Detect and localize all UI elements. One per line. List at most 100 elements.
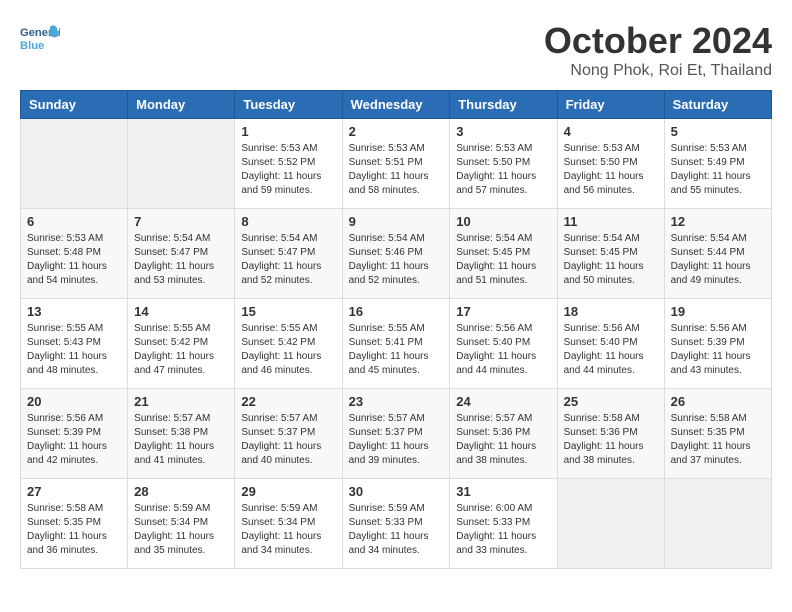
week-row-5: 27Sunrise: 5:58 AMSunset: 5:35 PMDayligh… — [21, 479, 772, 569]
table-row: 4 Sunrise: 5:53 AMSunset: 5:50 PMDaylight… — [557, 119, 664, 209]
day-number: 13 — [27, 304, 121, 319]
day-number: 24 — [456, 394, 550, 409]
col-sunday: Sunday — [21, 91, 128, 119]
table-row: 6Sunrise: 5:53 AMSunset: 5:48 PMDaylight… — [21, 209, 128, 299]
col-monday: Monday — [128, 91, 235, 119]
table-row: 24 Sunrise: 5:57 AMSunset: 5:36 PMDayligh… — [450, 389, 557, 479]
table-row: 27Sunrise: 5:58 AMSunset: 5:35 PMDayligh… — [21, 479, 128, 569]
location-title: Nong Phok, Roi Et, Thailand — [544, 62, 772, 80]
table-row: 7Sunrise: 5:54 AMSunset: 5:47 PMDaylight… — [128, 209, 235, 299]
day-info: Sunrise: 5:54 AMSunset: 5:47 PMDaylight:… — [241, 232, 335, 288]
day-info: Sunrise: 5:59 AMSunset: 5:34 PMDaylight:… — [134, 502, 228, 558]
col-friday: Friday — [557, 91, 664, 119]
day-info: Sunrise: 5:55 AMSunset: 5:42 PMDaylight:… — [241, 322, 335, 378]
day-number: 2 — [349, 124, 444, 139]
day-number: 21 — [134, 394, 228, 409]
day-number: 6 — [27, 214, 121, 229]
day-info: Sunrise: 5:57 AMSunset: 5:36 PMDaylight:… — [456, 412, 550, 468]
table-row: 23 Sunrise: 5:57 AMSunset: 5:37 PMDayligh… — [342, 389, 450, 479]
day-number: 4 — [564, 124, 658, 139]
day-number: 19 — [671, 304, 765, 319]
calendar-header-row: Sunday Monday Tuesday Wednesday Thursday… — [21, 91, 772, 119]
day-info: Sunrise: 5:56 AMSunset: 5:39 PMDaylight:… — [27, 412, 121, 468]
day-number: 1 — [241, 124, 335, 139]
day-number: 17 — [456, 304, 550, 319]
day-info: Sunrise: 5:58 AMSunset: 5:35 PMDaylight:… — [671, 412, 765, 468]
col-saturday: Saturday — [664, 91, 771, 119]
table-row: 1 Sunrise: 5:53 AMSunset: 5:52 PMDaylight… — [235, 119, 342, 209]
table-row — [557, 479, 664, 569]
day-info: Sunrise: 5:53 AMSunset: 5:50 PMDaylight:… — [456, 142, 550, 198]
logo-icon: General Blue — [20, 20, 60, 60]
day-info: Sunrise: 5:57 AMSunset: 5:37 PMDaylight:… — [241, 412, 335, 468]
day-number: 30 — [349, 484, 444, 499]
day-number: 14 — [134, 304, 228, 319]
day-number: 28 — [134, 484, 228, 499]
day-number: 25 — [564, 394, 658, 409]
col-wednesday: Wednesday — [342, 91, 450, 119]
day-number: 22 — [241, 394, 335, 409]
table-row: 12 Sunrise: 5:54 AMSunset: 5:44 PMDayligh… — [664, 209, 771, 299]
table-row: 21Sunrise: 5:57 AMSunset: 5:38 PMDayligh… — [128, 389, 235, 479]
table-row: 22 Sunrise: 5:57 AMSunset: 5:37 PMDayligh… — [235, 389, 342, 479]
day-info: Sunrise: 5:53 AMSunset: 5:50 PMDaylight:… — [564, 142, 658, 198]
day-info: Sunrise: 5:57 AMSunset: 5:37 PMDaylight:… — [349, 412, 444, 468]
table-row — [21, 119, 128, 209]
day-info: Sunrise: 5:54 AMSunset: 5:45 PMDaylight:… — [564, 232, 658, 288]
table-row: 15 Sunrise: 5:55 AMSunset: 5:42 PMDayligh… — [235, 299, 342, 389]
day-info: Sunrise: 5:53 AMSunset: 5:51 PMDaylight:… — [349, 142, 444, 198]
table-row: 5 Sunrise: 5:53 AMSunset: 5:49 PMDaylight… — [664, 119, 771, 209]
day-info: Sunrise: 5:55 AMSunset: 5:41 PMDaylight:… — [349, 322, 444, 378]
table-row: 30 Sunrise: 5:59 AMSunset: 5:33 PMDayligh… — [342, 479, 450, 569]
day-number: 20 — [27, 394, 121, 409]
day-number: 15 — [241, 304, 335, 319]
week-row-2: 6Sunrise: 5:53 AMSunset: 5:48 PMDaylight… — [21, 209, 772, 299]
table-row: 25 Sunrise: 5:58 AMSunset: 5:36 PMDayligh… — [557, 389, 664, 479]
day-info: Sunrise: 5:59 AMSunset: 5:34 PMDaylight:… — [241, 502, 335, 558]
day-number: 5 — [671, 124, 765, 139]
table-row: 20 Sunrise: 5:56 AMSunset: 5:39 PMDayligh… — [21, 389, 128, 479]
table-row: 9Sunrise: 5:54 AMSunset: 5:46 PMDaylight… — [342, 209, 450, 299]
table-row: 18 Sunrise: 5:56 AMSunset: 5:40 PMDayligh… — [557, 299, 664, 389]
day-info: Sunrise: 5:56 AMSunset: 5:39 PMDaylight:… — [671, 322, 765, 378]
table-row: 31 Sunrise: 6:00 AMSunset: 5:33 PMDayligh… — [450, 479, 557, 569]
table-row: 3Sunrise: 5:53 AMSunset: 5:50 PMDaylight… — [450, 119, 557, 209]
day-number: 8 — [241, 214, 335, 229]
title-block: October 2024 Nong Phok, Roi Et, Thailand — [544, 20, 772, 80]
day-info: Sunrise: 5:54 AMSunset: 5:44 PMDaylight:… — [671, 232, 765, 288]
svg-text:Blue: Blue — [20, 40, 44, 52]
day-number: 12 — [671, 214, 765, 229]
table-row: 16 Sunrise: 5:55 AMSunset: 5:41 PMDayligh… — [342, 299, 450, 389]
day-number: 31 — [456, 484, 550, 499]
table-row: 11 Sunrise: 5:54 AMSunset: 5:45 PMDayligh… — [557, 209, 664, 299]
day-info: Sunrise: 5:53 AMSunset: 5:49 PMDaylight:… — [671, 142, 765, 198]
day-number: 10 — [456, 214, 550, 229]
day-info: Sunrise: 5:55 AMSunset: 5:42 PMDaylight:… — [134, 322, 228, 378]
table-row: 2 Sunrise: 5:53 AMSunset: 5:51 PMDaylight… — [342, 119, 450, 209]
week-row-1: 1 Sunrise: 5:53 AMSunset: 5:52 PMDaylight… — [21, 119, 772, 209]
day-info: Sunrise: 5:59 AMSunset: 5:33 PMDaylight:… — [349, 502, 444, 558]
day-info: Sunrise: 5:54 AMSunset: 5:45 PMDaylight:… — [456, 232, 550, 288]
day-number: 11 — [564, 214, 658, 229]
day-info: Sunrise: 5:54 AMSunset: 5:47 PMDaylight:… — [134, 232, 228, 288]
day-number: 26 — [671, 394, 765, 409]
col-thursday: Thursday — [450, 91, 557, 119]
day-number: 9 — [349, 214, 444, 229]
table-row: 19 Sunrise: 5:56 AMSunset: 5:39 PMDayligh… — [664, 299, 771, 389]
day-number: 23 — [349, 394, 444, 409]
logo: General Blue — [20, 20, 60, 60]
day-info: Sunrise: 6:00 AMSunset: 5:33 PMDaylight:… — [456, 502, 550, 558]
day-info: Sunrise: 5:58 AMSunset: 5:36 PMDaylight:… — [564, 412, 658, 468]
table-row: 8 Sunrise: 5:54 AMSunset: 5:47 PMDaylight… — [235, 209, 342, 299]
table-row: 17Sunrise: 5:56 AMSunset: 5:40 PMDayligh… — [450, 299, 557, 389]
page-header: General Blue October 2024 Nong Phok, Roi… — [20, 20, 772, 80]
table-row — [664, 479, 771, 569]
day-info: Sunrise: 5:53 AMSunset: 5:52 PMDaylight:… — [241, 142, 335, 198]
table-row: 14 Sunrise: 5:55 AMSunset: 5:42 PMDayligh… — [128, 299, 235, 389]
week-row-4: 20 Sunrise: 5:56 AMSunset: 5:39 PMDayligh… — [21, 389, 772, 479]
day-number: 27 — [27, 484, 121, 499]
day-info: Sunrise: 5:56 AMSunset: 5:40 PMDaylight:… — [564, 322, 658, 378]
table-row: 10 Sunrise: 5:54 AMSunset: 5:45 PMDayligh… — [450, 209, 557, 299]
day-number: 18 — [564, 304, 658, 319]
day-number: 16 — [349, 304, 444, 319]
